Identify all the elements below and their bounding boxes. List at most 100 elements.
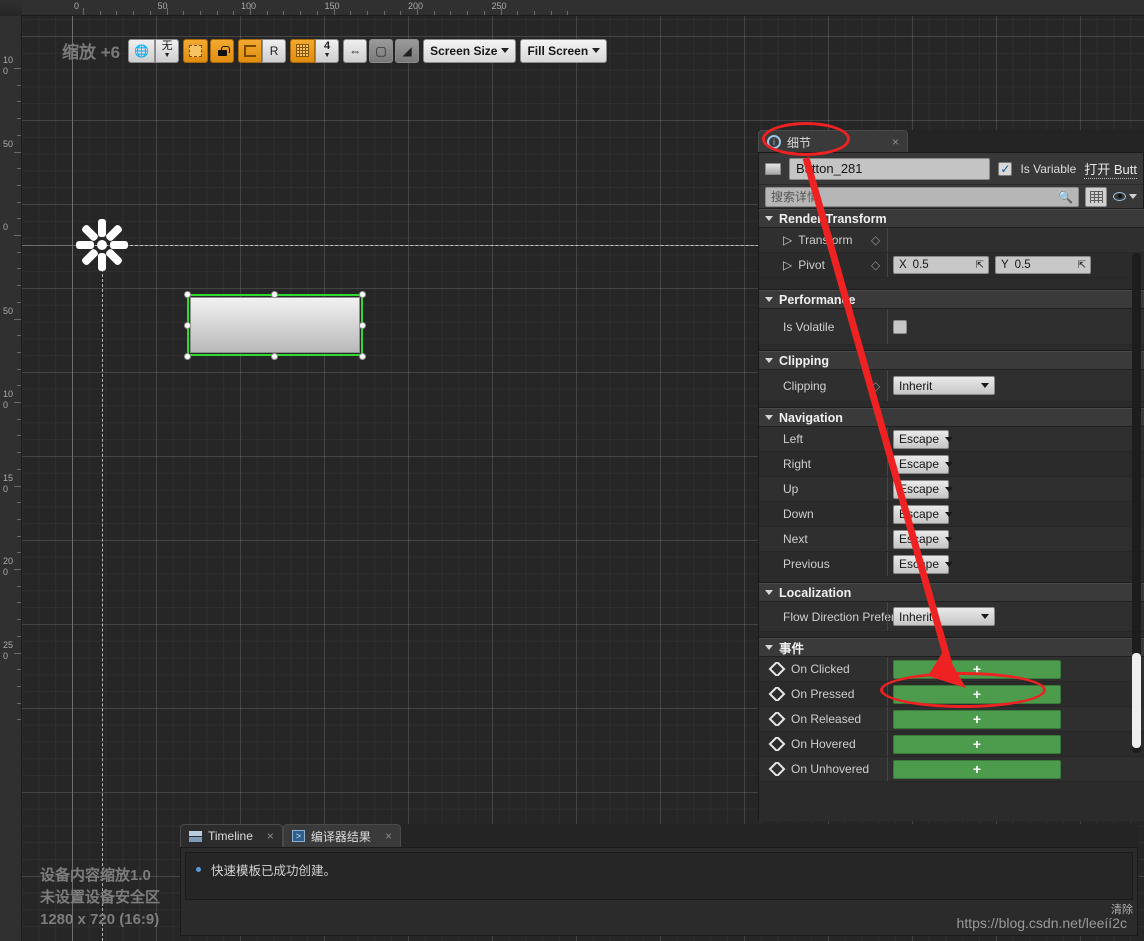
property-row-transform[interactable]: ▷Transform ◇ (759, 228, 1144, 253)
mirror-icon[interactable]: ◢ (395, 39, 419, 63)
ruler-h-tick (217, 11, 218, 15)
property-row-nav-down[interactable]: Down Escape (759, 502, 1144, 527)
ruler-v-tick (17, 168, 21, 169)
section-header-performance[interactable]: Performance (759, 290, 1144, 309)
compiler-log-box[interactable]: 快速模板已成功创建。 (185, 852, 1133, 900)
widget-name-input[interactable]: Button_281 (789, 158, 990, 180)
property-row-flow-direction[interactable]: Flow Direction Prefere Inherit (759, 602, 1144, 632)
resize-handle[interactable] (271, 353, 278, 360)
resize-handle[interactable] (359, 291, 366, 298)
resize-to-content-icon[interactable]: ⇔ (343, 39, 367, 63)
section-header-navigation[interactable]: Navigation (759, 408, 1144, 427)
property-row-is-volatile[interactable]: Is Volatile (759, 309, 1144, 345)
resize-handle[interactable] (184, 353, 191, 360)
nav-left-dropdown[interactable]: Escape (893, 430, 949, 449)
add-on-unhovered-event-button[interactable]: + (893, 760, 1061, 779)
property-row-on-released[interactable]: On Released + (759, 707, 1144, 732)
grid-snap-icon[interactable] (290, 39, 315, 63)
ruler-h-tick (334, 8, 335, 15)
property-row-pivot[interactable]: ▷Pivot ◇ X 0.5 ⇱ Y 0.5 ⇱ (759, 253, 1144, 278)
section-header-events[interactable]: 事件 (759, 638, 1144, 657)
section-header-clipping[interactable]: Clipping (759, 351, 1144, 370)
grid-size-value: 4 (324, 42, 330, 51)
property-row-clipping[interactable]: Clipping ◇ Inherit (759, 370, 1144, 402)
details-grid-view-button[interactable] (1085, 187, 1107, 207)
screen-size-dropdown[interactable]: Screen Size (423, 39, 516, 63)
close-icon[interactable]: × (385, 829, 392, 843)
section-header-render-transform[interactable]: Render Transform (759, 209, 1144, 228)
property-row-nav-up[interactable]: Up Escape (759, 477, 1144, 502)
open-button-link[interactable]: 打开 Butt (1084, 159, 1137, 179)
selected-widget-button-281[interactable] (187, 294, 363, 356)
property-row-nav-left[interactable]: Left Escape (759, 427, 1144, 452)
ruler-v-tick (17, 218, 21, 219)
property-row-nav-next[interactable]: Next Escape (759, 527, 1144, 552)
eye-icon (1113, 192, 1126, 201)
ruler-h-tick (417, 8, 418, 15)
nav-next-dropdown[interactable]: Escape (893, 530, 949, 549)
property-label: Left (759, 432, 887, 446)
property-row-on-clicked[interactable]: On Clicked + (759, 657, 1144, 682)
clipping-dropdown[interactable]: Inherit (893, 376, 995, 395)
tab-timeline[interactable]: Timeline × (180, 824, 283, 847)
grid-size-dropdown[interactable]: 4 ▼ (315, 39, 339, 63)
snap-none-dropdown[interactable]: 无 ▼ (155, 39, 179, 63)
property-row-on-pressed[interactable]: On Pressed + (759, 682, 1144, 707)
details-search-input[interactable]: 搜索详情 🔍 (765, 187, 1079, 207)
designer-viewport[interactable]: 050100150200250 10050050100150200250 (0, 0, 546, 690)
add-on-hovered-event-button[interactable]: + (893, 735, 1061, 754)
close-icon[interactable]: × (267, 829, 274, 843)
details-property-list[interactable]: Render Transform ▷Transform ◇ ▷Pivot ◇ (759, 209, 1144, 821)
flow-direction-dropdown[interactable]: Inherit (893, 607, 995, 626)
reset-to-default-icon[interactable]: ◇ (871, 258, 885, 272)
details-search-placeholder: 搜索详情 (771, 188, 819, 205)
pivot-y-input[interactable]: Y 0.5 ⇱ (995, 256, 1091, 274)
nav-down-dropdown[interactable]: Escape (893, 505, 949, 524)
watermark-text: https://blog.csdn.net/leeíí2c (957, 915, 1127, 931)
resize-handle[interactable] (184, 322, 191, 329)
resize-handle[interactable] (271, 291, 278, 298)
pivot-x-input[interactable]: X 0.5 ⇱ (893, 256, 989, 274)
property-row-nav-previous[interactable]: Previous Escape (759, 552, 1144, 577)
add-on-released-event-button[interactable]: + (893, 710, 1061, 729)
resize-handle[interactable] (359, 353, 366, 360)
preview-image-icon[interactable]: ▢ (369, 39, 393, 63)
reset-to-default-icon[interactable]: ◇ (871, 233, 885, 247)
dashed-outline-toggle-icon[interactable] (183, 39, 208, 63)
resize-handle[interactable] (184, 291, 191, 298)
drag-handle-icon[interactable]: ⇱ (976, 260, 984, 271)
property-label: ▷Transform (759, 233, 887, 247)
is-variable-checkbox[interactable]: ✓ (998, 162, 1012, 176)
nav-previous-dropdown[interactable]: Escape (893, 555, 949, 574)
drag-handle-icon[interactable]: ⇱ (1078, 260, 1086, 271)
anchor-medallion-icon[interactable] (74, 217, 130, 273)
tab-compiler-results[interactable]: > 编译器结果 × (283, 824, 401, 847)
snap-rotation-toggle[interactable]: R (262, 39, 286, 63)
fill-screen-dropdown[interactable]: Fill Screen (520, 39, 607, 63)
property-label: Flow Direction Prefere (759, 610, 895, 624)
ruler-v-tick-label: 50 (3, 306, 17, 317)
property-label: Previous (759, 557, 887, 571)
is-volatile-checkbox[interactable] (893, 320, 907, 334)
add-on-clicked-event-button[interactable]: + (893, 660, 1061, 679)
close-icon[interactable]: × (892, 135, 899, 149)
details-view-options-button[interactable] (1113, 192, 1137, 201)
property-row-nav-right[interactable]: Right Escape (759, 452, 1144, 477)
details-scrollbar[interactable] (1132, 253, 1141, 753)
localization-preview-icon[interactable] (238, 39, 262, 63)
ruler-v-tick (17, 335, 21, 336)
timeline-tab-label: Timeline (208, 829, 253, 843)
nav-right-dropdown[interactable]: Escape (893, 455, 949, 474)
tab-details[interactable]: i 细节 × (758, 130, 908, 153)
chevron-down-icon (592, 48, 600, 53)
property-label: On Released (759, 712, 887, 726)
nav-up-dropdown[interactable]: Escape (893, 480, 949, 499)
add-on-pressed-event-button[interactable]: + (893, 685, 1061, 704)
property-row-on-unhovered[interactable]: On Unhovered + (759, 757, 1144, 782)
property-row-on-hovered[interactable]: On Hovered + (759, 732, 1144, 757)
section-header-localization[interactable]: Localization (759, 583, 1144, 602)
lock-toggle-icon[interactable] (210, 39, 234, 63)
globe-icon[interactable]: 🌐 (128, 39, 155, 63)
resize-handle[interactable] (359, 322, 366, 329)
reset-to-default-icon[interactable]: ◇ (871, 379, 885, 393)
